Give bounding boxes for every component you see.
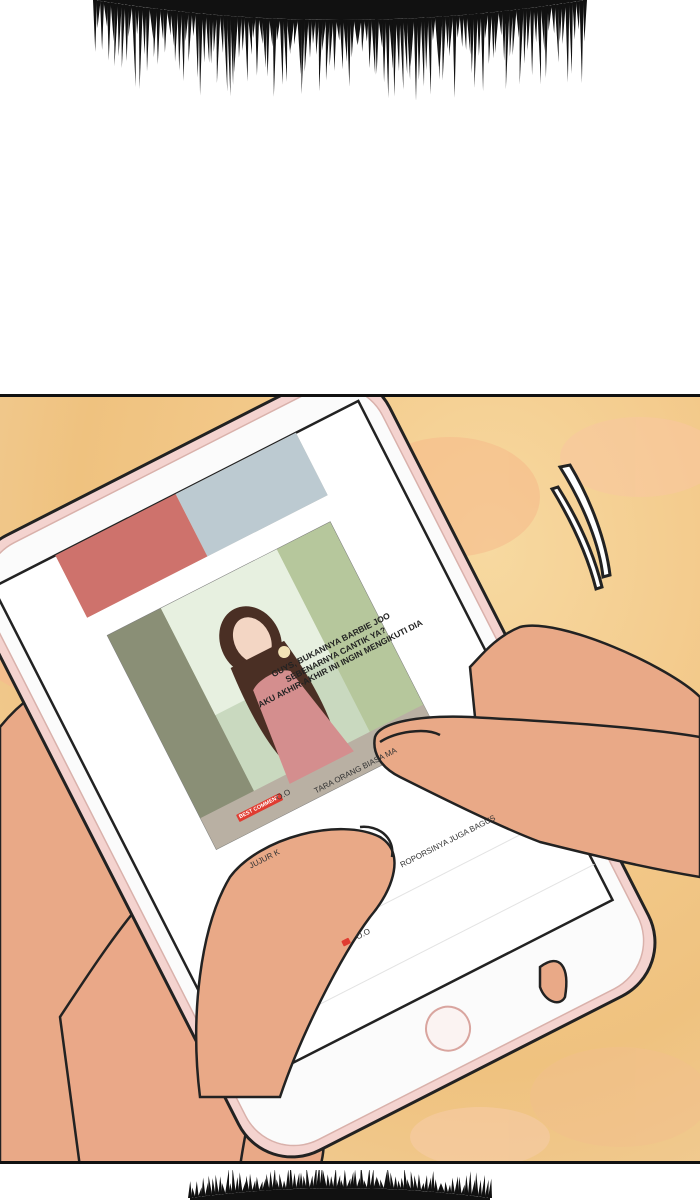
comment-badge bbox=[341, 937, 352, 947]
comic-panel: GUYS, BUKANNYA BARBIE JOO SEBENARNYA CAN… bbox=[0, 394, 700, 1164]
top-speed-lines bbox=[93, 0, 587, 100]
comment-username[interactable]: O.O bbox=[354, 927, 371, 942]
bottom-speed-lines bbox=[188, 1170, 492, 1200]
